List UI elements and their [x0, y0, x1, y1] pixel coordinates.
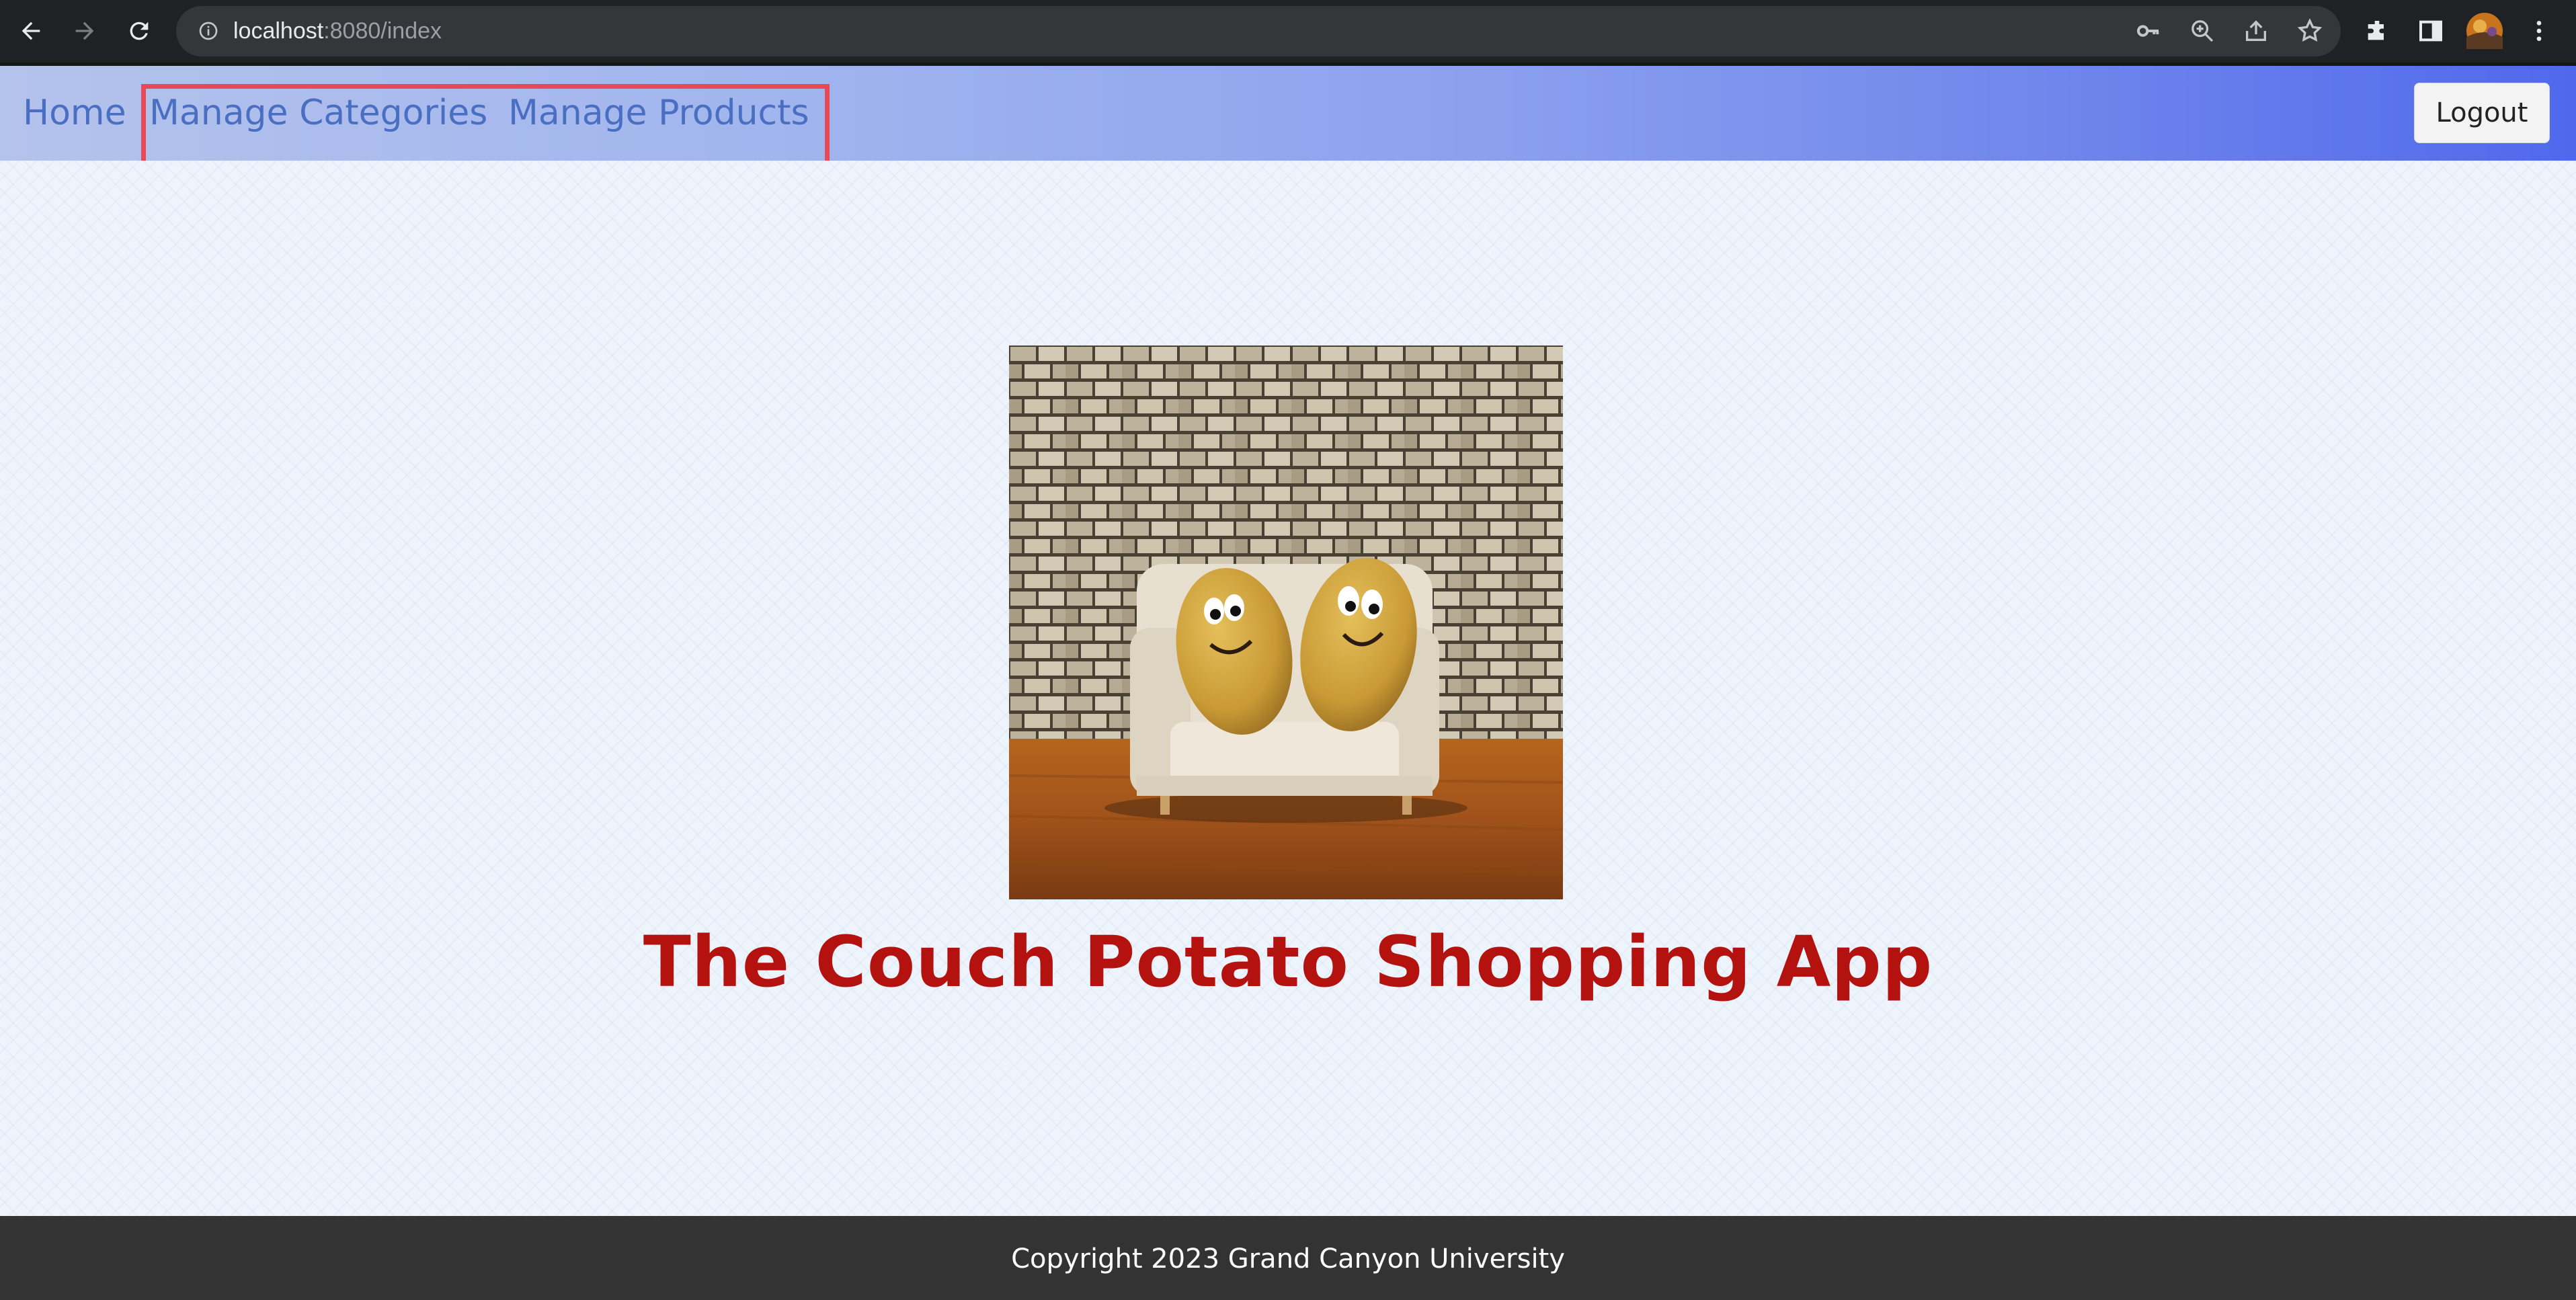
reload-icon[interactable]	[118, 10, 160, 52]
side-panel-icon[interactable]	[2409, 9, 2452, 52]
key-icon[interactable]	[2127, 9, 2170, 52]
profile-avatar[interactable]	[2463, 9, 2506, 52]
url-text[interactable]: localhost:8080/index	[233, 0, 442, 63]
footer-copyright: Copyright 2023 Grand Canyon University	[1011, 1244, 1565, 1274]
url-host: localhost	[233, 18, 324, 44]
url-path: :8080/index	[323, 18, 442, 44]
bookmark-star-icon[interactable]	[2288, 9, 2331, 52]
share-icon[interactable]	[2235, 9, 2278, 52]
address-bar[interactable]	[176, 6, 2341, 56]
logout-button[interactable]: Logout	[2414, 83, 2550, 143]
nav-home-link[interactable]: Home	[23, 66, 126, 161]
menu-icon[interactable]	[2518, 9, 2561, 52]
highlight-box	[141, 84, 830, 169]
couch-potato-image	[1009, 346, 1563, 899]
page-title: The Couch Potato Shopping App	[643, 921, 1933, 1003]
extensions-icon[interactable]	[2356, 9, 2399, 52]
forward-icon[interactable]	[64, 10, 106, 52]
back-icon[interactable]	[10, 10, 52, 52]
zoom-icon[interactable]	[2181, 9, 2224, 52]
site-info-icon[interactable]	[187, 9, 230, 52]
